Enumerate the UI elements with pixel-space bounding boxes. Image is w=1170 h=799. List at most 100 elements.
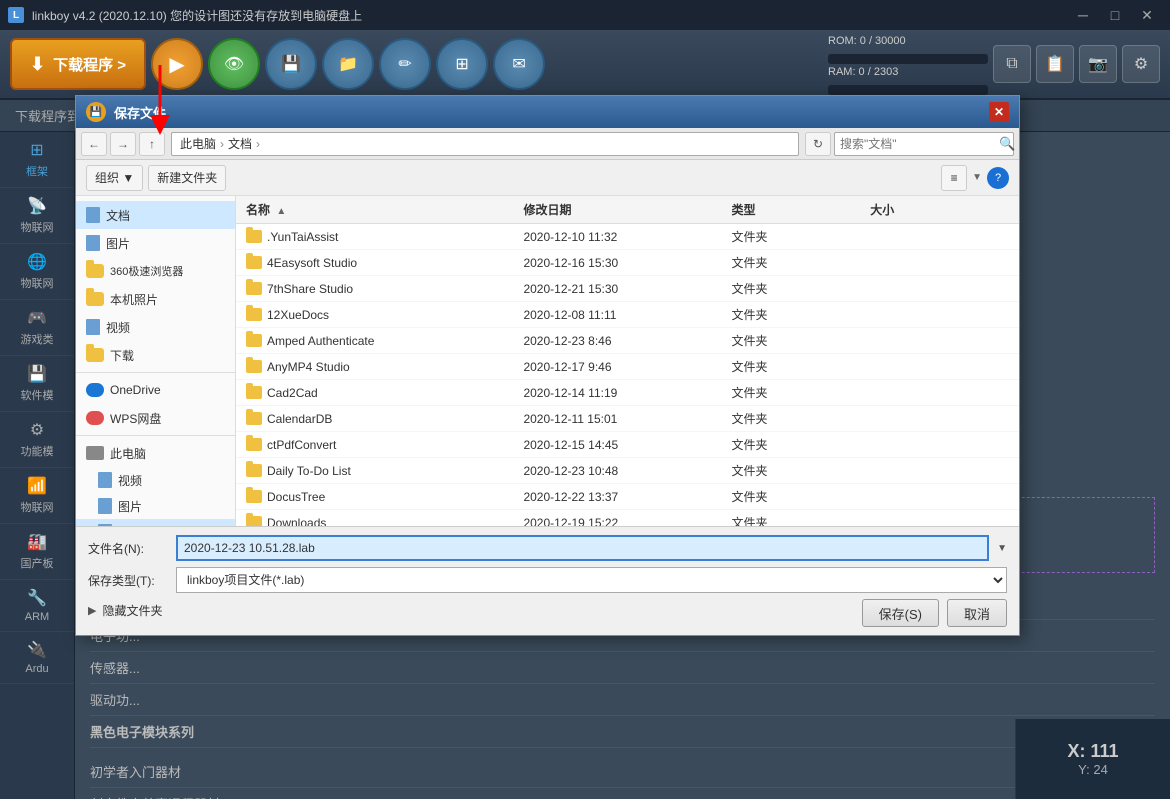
file-name: .YunTaiAssist [267,230,338,244]
search-input[interactable] [840,137,995,151]
mail-button[interactable]: ✉ [493,38,545,90]
sidebar-item-arduino[interactable]: 🔌 Ardu [0,632,74,684]
pics-icon [86,235,100,251]
left-item-docs[interactable]: 文档 [76,201,235,229]
hide-folders-row: ▶ 隐藏文件夹 [88,602,162,619]
file-row[interactable]: Amped Authenticate 2020-12-23 8:46 文件夹 [236,328,1019,354]
new-folder-button[interactable]: 新建文件夹 [148,165,226,191]
file-date: 2020-12-22 13:37 [523,490,731,504]
download-button[interactable]: ⬇ 下载程序 > [10,38,146,90]
file-folder-icon [246,412,262,425]
file-list-header: 名称 ▲ 修改日期 类型 大小 [236,196,1019,224]
dialog-footer: 文件名(N): ▼ 保存类型(T): linkboy项目文件(*.lab) ▶ … [76,526,1019,635]
sidebar-item-domestic[interactable]: 🏭 国产板 [0,524,74,580]
video2-icon [98,472,112,488]
eye-button[interactable]: 👁 [208,38,260,90]
file-row[interactable]: Downloads 2020-12-19 15:22 文件夹 [236,510,1019,526]
sidebar-item-arm[interactable]: 🔧 ARM [0,580,74,632]
left-item-video[interactable]: 视频 [76,313,235,341]
bottom-item-4: 黑色电子模块系列 [90,716,1155,748]
footer-bottom-row: ▶ 隐藏文件夹 保存(S) 取消 [88,599,1007,627]
file-date: 2020-12-08 11:11 [523,308,731,322]
toolbar-info: ROM: 0 / 30000 RAM: 0 / 2303 [828,33,988,94]
sidebar-item-frame[interactable]: ⊞ 框架 [0,132,74,188]
left-wps-label: WPS网盘 [110,410,161,427]
file-row[interactable]: 12XueDocs 2020-12-08 11:11 文件夹 [236,302,1019,328]
filetype-select[interactable]: linkboy项目文件(*.lab) [176,567,1007,593]
view-toggle-button[interactable]: ≡ [941,165,967,191]
left-subitem-pics2[interactable]: 图片 [76,493,235,519]
file-row[interactable]: DocusTree 2020-12-22 13:37 文件夹 [236,484,1019,510]
file-row[interactable]: ctPdfConvert 2020-12-15 14:45 文件夹 [236,432,1019,458]
file-row[interactable]: Cad2Cad 2020-12-14 11:19 文件夹 [236,380,1019,406]
file-row[interactable]: 7thShare Studio 2020-12-21 15:30 文件夹 [236,276,1019,302]
left-item-wps[interactable]: WPS网盘 [76,404,235,432]
sidebar-item-func[interactable]: ⚙ 功能模 [0,412,74,468]
file-row[interactable]: Daily To-Do List 2020-12-23 10:48 文件夹 [236,458,1019,484]
func-icon: ⚙ [5,420,69,440]
left-item-onedrive[interactable]: OneDrive [76,376,235,404]
file-row[interactable]: 4Easysoft Studio 2020-12-16 15:30 文件夹 [236,250,1019,276]
dialog-icon: 💾 [86,102,106,122]
filename-input[interactable] [176,535,989,561]
title-bar: L linkboy v4.2 (2020.12.10) 您的设计图还没有存放到电… [0,0,1170,30]
left-downloads-label: 下载 [110,347,134,364]
minimize-button[interactable]: ─ [1068,5,1098,25]
paste-button[interactable]: 📋 [1036,45,1074,83]
rom-info: ROM: 0 / 30000 [828,33,988,51]
left-item-phone-pics[interactable]: 本机照片 [76,285,235,313]
sidebar-item-iot3[interactable]: 📶 物联网 [0,468,74,524]
left-subitem-video2[interactable]: 视频 [76,467,235,493]
camera-button[interactable]: 📷 [1079,45,1117,83]
file-type: 文件夹 [732,462,871,479]
save-button-toolbar[interactable]: 💾 [265,38,317,90]
cancel-button[interactable]: 取消 [947,599,1007,627]
save-confirm-button[interactable]: 保存(S) [862,599,939,627]
settings-button[interactable]: ⚙ [1122,45,1160,83]
app-close-button[interactable]: ✕ [1132,5,1162,25]
file-rows-container: .YunTaiAssist 2020-12-10 11:32 文件夹 4Easy… [236,224,1019,526]
sidebar-item-software[interactable]: 💾 软件模 [0,356,74,412]
domestic-icon: 🏭 [5,532,69,552]
nav-refresh-button[interactable]: ↻ [805,132,831,156]
app-window: L linkboy v4.2 (2020.12.10) 您的设计图还没有存放到电… [0,0,1170,799]
left-subitem-docs2[interactable]: 文档 [76,519,235,526]
left-item-downloads[interactable]: 下载 [76,341,235,369]
organize-button[interactable]: 组织 ▼ [86,165,143,191]
sidebar-item-game[interactable]: 🎮 游戏类 [0,300,74,356]
edit-button[interactable]: ✏ [379,38,431,90]
left-item-pics[interactable]: 图片 [76,229,235,257]
sidebar-item-iot3-label: 物联网 [5,499,69,515]
nav-back-button[interactable]: ← [81,132,107,156]
maximize-button[interactable]: □ [1100,5,1130,25]
sort-arrow: ▲ [276,206,286,217]
copy-button[interactable]: ⧉ [993,45,1031,83]
file-row[interactable]: AnyMP4 Studio 2020-12-17 9:46 文件夹 [236,354,1019,380]
breadcrumb-sep2: › [256,137,260,151]
folder-button[interactable]: 📁 [322,38,374,90]
file-date: 2020-12-10 11:32 [523,230,731,244]
x-coord: X: 111 [1067,741,1118,762]
iot1-icon: 📡 [5,196,69,216]
help-button[interactable]: ? [987,167,1009,189]
arduino-icon: 🔌 [5,640,69,660]
file-name: DocusTree [267,490,325,504]
sidebar-item-iot2[interactable]: 🌐 物联网 [0,244,74,300]
file-row[interactable]: .YunTaiAssist 2020-12-10 11:32 文件夹 [236,224,1019,250]
file-date: 2020-12-11 15:01 [523,412,731,426]
sidebar-item-software-label: 软件模 [5,387,69,403]
left-item-browser360[interactable]: 360极速浏览器 [76,257,235,285]
grid-button[interactable]: ⊞ [436,38,488,90]
file-folder-icon [246,256,262,269]
video-icon [86,319,100,335]
browser360-icon [86,264,104,278]
sidebar-item-frame-label: 框架 [5,163,69,179]
sidebar-item-iot1[interactable]: 📡 物联网 [0,188,74,244]
left-item-this-pc[interactable]: 此电脑 [76,439,235,467]
file-folder-icon [246,516,262,526]
dialog-close-button[interactable]: ✕ [989,102,1009,122]
col-size-header: 大小 [870,201,1009,218]
file-row[interactable]: CalendarDB 2020-12-11 15:01 文件夹 [236,406,1019,432]
left-video2-label: 视频 [118,472,142,489]
pics2-icon [98,498,112,514]
